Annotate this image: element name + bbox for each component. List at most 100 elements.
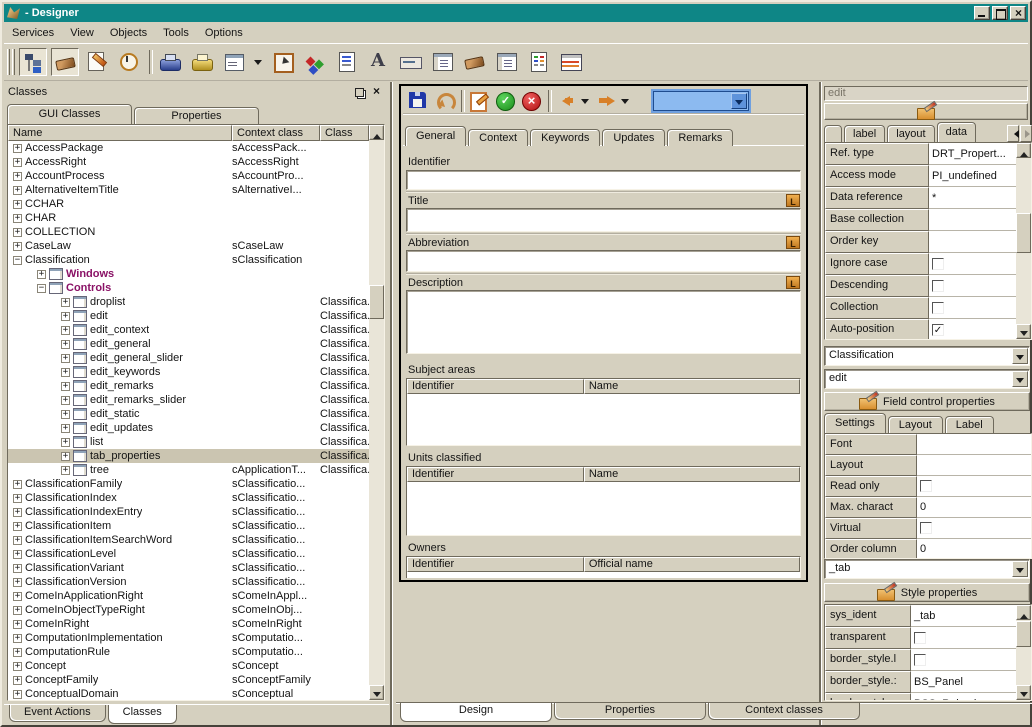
menu-item[interactable]: Tools bbox=[155, 25, 197, 41]
back-icon[interactable] bbox=[554, 89, 578, 113]
property-value-cell[interactable]: BS_Panel bbox=[911, 671, 1016, 693]
scroll-thumb[interactable] bbox=[1016, 213, 1031, 253]
save-icon[interactable] bbox=[406, 89, 430, 113]
tree-row[interactable]: Concept sConcept bbox=[8, 659, 369, 673]
expander-icon[interactable] bbox=[13, 228, 22, 237]
tab-data[interactable]: data bbox=[937, 122, 976, 142]
control-combobox[interactable]: edit bbox=[824, 369, 1030, 389]
tab-scroll-right-icon[interactable] bbox=[1020, 125, 1032, 142]
expander-icon[interactable] bbox=[13, 214, 22, 223]
expander-icon[interactable] bbox=[13, 186, 22, 195]
checkbox[interactable] bbox=[932, 302, 944, 314]
expander-icon[interactable] bbox=[13, 676, 22, 685]
links-icon[interactable] bbox=[301, 48, 329, 76]
tree-row[interactable]: CCHAR bbox=[8, 197, 369, 211]
tab-settings[interactable]: Settings bbox=[824, 413, 886, 433]
tree-row[interactable]: CaseLaw sCaseLaw bbox=[8, 239, 369, 253]
property-value-cell[interactable] bbox=[911, 649, 1016, 671]
property-value-cell[interactable] bbox=[917, 518, 1031, 539]
dropdown-icon[interactable] bbox=[580, 89, 592, 113]
dropdown-icon[interactable] bbox=[620, 89, 632, 113]
menu-item[interactable]: Services bbox=[4, 25, 62, 41]
expander-icon[interactable] bbox=[13, 144, 22, 153]
checkbox[interactable] bbox=[932, 324, 944, 336]
expander-icon[interactable] bbox=[13, 494, 22, 503]
tree-row[interactable]: Windows bbox=[8, 267, 369, 281]
delete2-icon[interactable] bbox=[461, 48, 489, 76]
preview-icon[interactable] bbox=[269, 48, 297, 76]
import-icon[interactable] bbox=[156, 48, 184, 76]
subject-areas-table[interactable]: Identifier Name bbox=[406, 378, 801, 446]
tab-gui-classes[interactable]: GUI Classes bbox=[7, 104, 132, 124]
left-splitter[interactable] bbox=[390, 82, 392, 725]
tree-row[interactable]: AccessPackage sAccessPack... bbox=[8, 141, 369, 155]
tab-event-actions[interactable]: Event Actions bbox=[9, 705, 106, 722]
expander-icon[interactable] bbox=[13, 620, 22, 629]
tab-context[interactable]: Context bbox=[468, 129, 528, 146]
history-icon[interactable] bbox=[115, 48, 143, 76]
tree-row[interactable]: ClassificationVersion sClassificatio... bbox=[8, 575, 369, 589]
toolbar-separator[interactable] bbox=[146, 49, 153, 75]
delete-icon[interactable] bbox=[51, 48, 79, 76]
expander-icon[interactable] bbox=[13, 634, 22, 643]
property-value-cell[interactable]: 0 bbox=[917, 497, 1031, 518]
expander-icon[interactable] bbox=[13, 172, 22, 181]
scroll-down-icon[interactable] bbox=[1016, 685, 1031, 700]
property-value-cell[interactable]: 0 bbox=[917, 539, 1031, 559]
property-value-cell[interactable] bbox=[917, 455, 1031, 476]
checkbox[interactable] bbox=[932, 258, 944, 270]
tree-row[interactable]: CHAR bbox=[8, 211, 369, 225]
description-input[interactable] bbox=[406, 290, 801, 354]
tab-general[interactable]: General bbox=[405, 126, 466, 146]
tree-row[interactable]: ComputationRule sComputatio... bbox=[8, 645, 369, 659]
tree-row[interactable]: AlternativeItemTitle sAlternativeI... bbox=[8, 183, 369, 197]
form-design-canvas[interactable]: GeneralContextKeywordsUpdatesRemarks Ide… bbox=[399, 84, 808, 582]
tab-properties-bottom[interactable]: Properties bbox=[554, 703, 706, 720]
tab-properties[interactable]: Properties bbox=[134, 107, 259, 124]
property-value-cell[interactable] bbox=[929, 275, 1016, 297]
expander-icon[interactable] bbox=[61, 396, 70, 405]
label-icon[interactable] bbox=[397, 48, 425, 76]
table-header-official-name[interactable]: Official name bbox=[584, 557, 800, 572]
maximize-button[interactable] bbox=[992, 6, 1008, 20]
tree-row[interactable]: edit_remarks_slider Classifica... bbox=[8, 393, 369, 407]
property-value-cell[interactable]: _tab bbox=[911, 605, 1016, 627]
tab-layout[interactable]: layout bbox=[887, 125, 934, 142]
scroll-thumb[interactable] bbox=[369, 285, 384, 319]
dropdown-button[interactable] bbox=[731, 93, 747, 109]
record-combobox[interactable] bbox=[653, 91, 749, 111]
scroll-up-icon[interactable] bbox=[1016, 605, 1031, 620]
refresh-icon[interactable] bbox=[432, 89, 456, 113]
form-icon[interactable] bbox=[493, 48, 521, 76]
font-icon[interactable] bbox=[365, 48, 393, 76]
property-value-cell[interactable]: * bbox=[929, 187, 1016, 209]
scroll-up-icon[interactable] bbox=[369, 125, 384, 140]
tab-layout-settings[interactable]: Layout bbox=[888, 416, 943, 433]
column-header-name[interactable]: Name bbox=[8, 125, 232, 141]
tree-row[interactable]: edit_static Classifica... bbox=[8, 407, 369, 421]
tree-row[interactable]: AccessRight sAccessRight bbox=[8, 155, 369, 169]
expander-icon[interactable] bbox=[13, 508, 22, 517]
identifier-input[interactable] bbox=[406, 170, 801, 190]
property-value-cell[interactable]: BSS_Raised bbox=[911, 693, 1016, 701]
tree-row[interactable]: ClassificationItemSearchWord sClassifica… bbox=[8, 533, 369, 547]
tree-row[interactable]: ClassificationVariant sClassificatio... bbox=[8, 561, 369, 575]
expander-icon[interactable] bbox=[13, 242, 22, 251]
tree-row[interactable]: COLLECTION bbox=[8, 225, 369, 239]
expander-icon[interactable] bbox=[37, 270, 46, 279]
expander-icon[interactable] bbox=[61, 382, 70, 391]
expander-icon[interactable] bbox=[37, 284, 46, 293]
expander-icon[interactable] bbox=[61, 438, 70, 447]
property-value-cell[interactable] bbox=[911, 627, 1016, 649]
tree-row[interactable]: droplist Classifica... bbox=[8, 295, 369, 309]
property-value-cell[interactable]: DRT_Propert... bbox=[929, 143, 1016, 165]
property-value-cell[interactable] bbox=[917, 434, 1031, 455]
scroll-down-icon[interactable] bbox=[1016, 324, 1031, 339]
form-edit-icon[interactable] bbox=[467, 89, 491, 113]
tree-row[interactable]: edit_remarks Classifica... bbox=[8, 379, 369, 393]
selected-control-field[interactable]: edit bbox=[824, 86, 1028, 101]
checkbox[interactable] bbox=[932, 280, 944, 292]
expander-icon[interactable] bbox=[61, 368, 70, 377]
expander-icon[interactable] bbox=[13, 578, 22, 587]
tab-design[interactable]: Design bbox=[400, 703, 552, 722]
